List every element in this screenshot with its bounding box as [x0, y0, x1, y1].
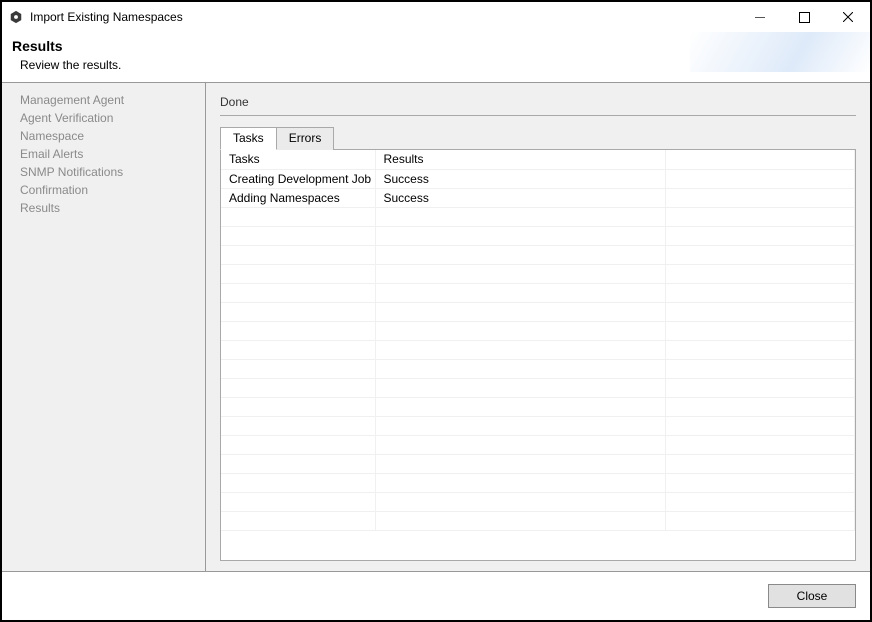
app-icon — [8, 9, 24, 25]
table-header-row: Tasks Results — [221, 150, 855, 169]
table-row-empty — [221, 359, 855, 378]
sidebar-item-confirmation[interactable]: Confirmation — [20, 181, 205, 199]
close-button[interactable]: Close — [768, 584, 856, 608]
table-row-empty — [221, 492, 855, 511]
column-header-empty — [665, 150, 855, 169]
maximize-button[interactable] — [782, 2, 826, 32]
tab-errors[interactable]: Errors — [277, 127, 335, 150]
divider — [220, 115, 856, 116]
wizard-header: Results Review the results. — [2, 32, 870, 82]
cell-task: Creating Development Job — [221, 169, 375, 188]
wizard-steps-sidebar: Management Agent Agent Verification Name… — [2, 83, 206, 571]
page-subtitle: Review the results. — [12, 58, 860, 72]
table-row[interactable]: Adding Namespaces Success — [221, 188, 855, 207]
results-table: Tasks Results Creating Development Job S… — [221, 150, 855, 531]
close-window-button[interactable] — [826, 2, 870, 32]
main-area: Management Agent Agent Verification Name… — [2, 82, 870, 572]
table-row-empty — [221, 302, 855, 321]
status-text: Done — [220, 95, 856, 109]
minimize-button[interactable] — [738, 2, 782, 32]
table-row-empty — [221, 378, 855, 397]
table-row-empty — [221, 283, 855, 302]
tab-tasks[interactable]: Tasks — [220, 127, 277, 150]
footer: Close — [2, 572, 870, 620]
table-row-empty — [221, 245, 855, 264]
table-row-empty — [221, 454, 855, 473]
table-row-empty — [221, 207, 855, 226]
table-row-empty — [221, 416, 855, 435]
sidebar-item-namespace[interactable]: Namespace — [20, 127, 205, 145]
column-header-results[interactable]: Results — [375, 150, 665, 169]
results-table-panel: Tasks Results Creating Development Job S… — [220, 149, 856, 561]
window-title: Import Existing Namespaces — [30, 10, 183, 24]
sidebar-item-results[interactable]: Results — [20, 199, 205, 217]
cell-task: Adding Namespaces — [221, 188, 375, 207]
table-row-empty — [221, 226, 855, 245]
table-row-empty — [221, 321, 855, 340]
table-row-empty — [221, 511, 855, 530]
table-row-empty — [221, 435, 855, 454]
titlebar: Import Existing Namespaces — [2, 2, 870, 32]
page-title: Results — [12, 38, 860, 54]
sidebar-item-email-alerts[interactable]: Email Alerts — [20, 145, 205, 163]
window-controls — [738, 2, 870, 32]
content-panel: Done Tasks Errors Tasks Results Creating — [206, 83, 870, 571]
cell-result: Success — [375, 188, 665, 207]
table-row-empty — [221, 264, 855, 283]
tab-strip: Tasks Errors — [220, 126, 856, 149]
cell-result: Success — [375, 169, 665, 188]
table-row[interactable]: Creating Development Job Success — [221, 169, 855, 188]
sidebar-item-management-agent[interactable]: Management Agent — [20, 91, 205, 109]
sidebar-item-agent-verification[interactable]: Agent Verification — [20, 109, 205, 127]
sidebar-item-snmp-notifications[interactable]: SNMP Notifications — [20, 163, 205, 181]
table-row-empty — [221, 340, 855, 359]
table-row-empty — [221, 473, 855, 492]
column-header-tasks[interactable]: Tasks — [221, 150, 375, 169]
table-row-empty — [221, 397, 855, 416]
